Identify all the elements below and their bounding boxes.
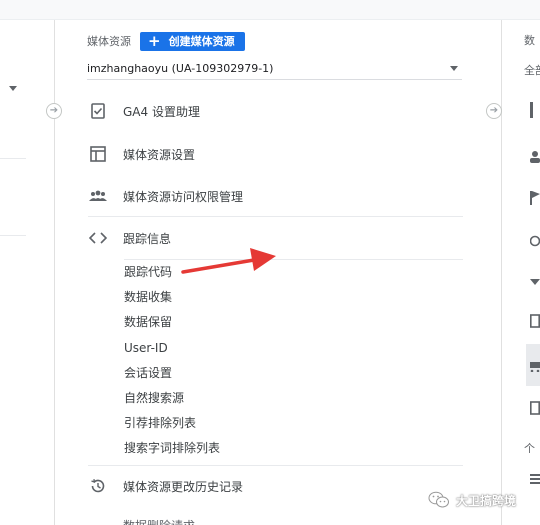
arrow-right-circle-icon: ➔ bbox=[486, 103, 502, 119]
view-section-label: 个 bbox=[524, 442, 535, 455]
submenu-item-organic-sources[interactable]: 自然搜索源 bbox=[124, 388, 184, 408]
menu-item-access-management[interactable]: 媒体资源访问权限管理 bbox=[88, 182, 463, 210]
submenu-item-search-term-exclusion[interactable]: 搜索字词排除列表 bbox=[124, 438, 220, 458]
submenu-item-user-id[interactable]: User-ID bbox=[124, 338, 168, 358]
menu-item-data-deletion[interactable]: 数据删除请求 bbox=[88, 512, 463, 525]
top-band bbox=[0, 0, 540, 20]
create-property-button[interactable]: + 创建媒体资源 bbox=[140, 31, 245, 51]
list-icon[interactable] bbox=[530, 470, 540, 489]
view-settings-icon[interactable] bbox=[530, 102, 538, 122]
menu-item-label: 媒体资源更改历史记录 bbox=[123, 479, 244, 494]
document-icon[interactable] bbox=[530, 400, 540, 419]
annotation-arrow-icon bbox=[181, 248, 276, 274]
left-divider bbox=[0, 235, 26, 236]
menu-item-label: 媒体资源访问权限管理 bbox=[123, 189, 244, 204]
left-divider bbox=[0, 158, 26, 159]
menu-divider bbox=[88, 216, 463, 217]
view-label: 数 bbox=[524, 34, 535, 47]
watermark: 大卫搞跨境 bbox=[428, 489, 516, 511]
column-divider bbox=[54, 20, 55, 525]
column-divider bbox=[501, 20, 502, 525]
history-icon bbox=[88, 476, 108, 496]
submenu-item-data-collection[interactable]: 数据收集 bbox=[124, 287, 172, 307]
calendar-icon[interactable] bbox=[530, 313, 540, 332]
account-dropdown-arrow-icon[interactable] bbox=[9, 86, 17, 91]
submenu-item-referral-exclusion[interactable]: 引荐排除列表 bbox=[124, 413, 196, 433]
submenu-item-tracking-code[interactable]: 跟踪代码 bbox=[124, 262, 172, 282]
property-select[interactable]: imzhanghaoyu (UA-109302979-1) bbox=[87, 58, 462, 80]
menu-divider bbox=[88, 465, 463, 466]
arrow-right-circle-icon: ➔ bbox=[46, 103, 62, 119]
submenu-item-data-retention[interactable]: 数据保留 bbox=[124, 312, 172, 332]
menu-item-change-history[interactable]: 媒体资源更改历史记录 bbox=[88, 472, 463, 500]
menu-item-label: 跟踪信息 bbox=[123, 231, 172, 246]
property-select-value: imzhanghaoyu (UA-109302979-1) bbox=[87, 62, 274, 75]
checkbox-clipboard-icon bbox=[88, 101, 108, 121]
delete-data-icon bbox=[88, 512, 108, 525]
submenu-divider bbox=[124, 259, 463, 260]
people-group-icon bbox=[88, 186, 108, 206]
create-property-label: 创建媒体资源 bbox=[168, 35, 235, 48]
segment-icon[interactable] bbox=[529, 232, 540, 251]
wechat-logo-icon bbox=[428, 491, 449, 508]
user-icon[interactable] bbox=[530, 148, 540, 167]
menu-item-ga4-assistant[interactable]: GA4 设置助理 bbox=[88, 97, 463, 125]
chevron-down-icon bbox=[450, 66, 458, 71]
watermark-text: 大卫搞跨境 bbox=[456, 493, 517, 508]
menu-item-label: 数据删除请求 bbox=[123, 517, 195, 525]
menu-item-property-settings[interactable]: 媒体资源设置 bbox=[88, 140, 463, 168]
cart-icon[interactable] bbox=[530, 357, 540, 376]
property-header: 媒体资源 + 创建媒体资源 bbox=[87, 31, 245, 51]
view-select-value[interactable]: 全部 bbox=[524, 62, 540, 78]
plus-icon: + bbox=[148, 31, 161, 50]
menu-item-label: 媒体资源设置 bbox=[123, 147, 196, 162]
code-brackets-icon bbox=[88, 228, 108, 248]
flag-icon[interactable] bbox=[530, 190, 540, 209]
account-column bbox=[0, 20, 46, 525]
caret-down-icon[interactable] bbox=[530, 272, 540, 291]
property-label: 媒体资源 bbox=[87, 35, 131, 48]
submenu-item-session-settings[interactable]: 会话设置 bbox=[124, 363, 172, 383]
view-column: 数 全部 个 bbox=[510, 20, 540, 525]
menu-item-label: GA4 设置助理 bbox=[123, 104, 200, 119]
window-layout-icon bbox=[88, 144, 108, 164]
